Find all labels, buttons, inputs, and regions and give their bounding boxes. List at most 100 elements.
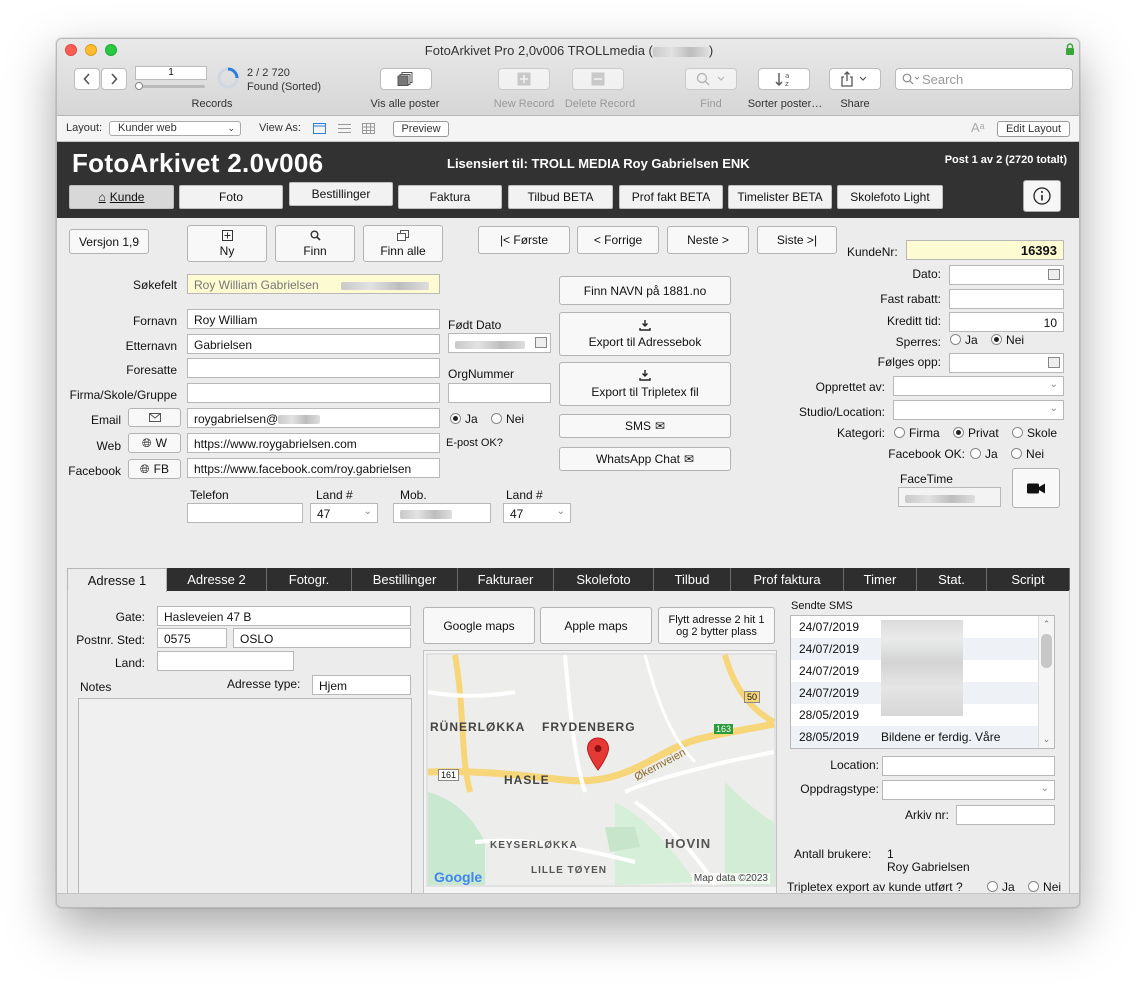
archive-no-input[interactable] (956, 805, 1055, 825)
email-ok-yes[interactable]: Ja (450, 412, 478, 426)
export-tripletex-button[interactable]: Export til Tripletex fil (559, 362, 731, 406)
scroll-thumb[interactable] (1041, 634, 1052, 668)
table-view-icon[interactable] (362, 123, 375, 134)
org-number-input[interactable] (448, 383, 551, 403)
show-all-records-button[interactable] (380, 68, 432, 90)
nav-tab-faktura[interactable]: Faktura (398, 185, 502, 209)
created-by-select[interactable]: ⌄ (893, 376, 1064, 396)
facetime-input[interactable] (898, 487, 1001, 507)
street-input[interactable]: Hasleveien 47 B (157, 606, 411, 626)
tripletex-export-yes[interactable]: Ja (987, 880, 1015, 894)
export-address-book-button[interactable]: Export til Adressebok (559, 312, 731, 356)
category-skole[interactable]: Skole (1012, 426, 1057, 440)
tab-adresse-1[interactable]: Adresse 1 (67, 568, 167, 592)
calendar-icon[interactable] (1048, 357, 1060, 368)
first-record-button[interactable]: |< Første (478, 226, 570, 254)
sms-button[interactable]: SMS ✉︎ (559, 414, 731, 438)
nav-tab-foto[interactable]: Foto (179, 185, 283, 209)
nav-tab-kunde[interactable]: ⌂ Kunde (69, 185, 174, 209)
address-type-input[interactable]: Hjem (312, 675, 411, 695)
info-button[interactable] (1023, 180, 1061, 212)
nav-tab-tilbud-beta[interactable]: Tilbud BETA (508, 185, 613, 209)
sms-row[interactable]: 28/05/2019 Bildene er ferdig. Våre (791, 726, 1039, 748)
tab-fotogr[interactable]: Fotogr. (267, 568, 352, 591)
edit-layout-button[interactable]: Edit Layout (997, 121, 1070, 137)
list-view-icon[interactable] (338, 123, 351, 134)
tab-script[interactable]: Script (987, 568, 1070, 591)
next-record-form-button[interactable]: Neste > (667, 226, 749, 254)
category-firma[interactable]: Firma (894, 426, 940, 440)
search-field[interactable]: Search (895, 68, 1073, 90)
record-slider-thumb[interactable] (135, 82, 143, 90)
layout-select[interactable]: Kunder web ⌄ (109, 121, 241, 136)
category-privat[interactable]: Privat (953, 426, 999, 440)
email-button[interactable] (128, 408, 181, 427)
find-button[interactable] (685, 68, 737, 90)
google-maps-button[interactable]: Google maps (423, 607, 535, 644)
nav-tab-skolefoto-light[interactable]: Skolefoto Light (837, 185, 943, 209)
nav-tab-bestillinger[interactable]: Bestillinger (289, 182, 393, 206)
text-format-icon[interactable]: Aᵃ (971, 120, 985, 135)
search-field-input[interactable]: Roy William Gabrielsen (187, 274, 440, 294)
phone-input[interactable] (187, 503, 303, 523)
city-input[interactable]: OSLO (233, 628, 411, 648)
studio-select[interactable]: ⌄ (893, 400, 1064, 420)
tab-bestillinger[interactable]: Bestillinger (352, 568, 458, 591)
calendar-icon[interactable] (535, 337, 547, 348)
mobile-input[interactable] (393, 503, 491, 523)
web-button[interactable]: 🌐︎ W (128, 433, 181, 453)
record-slider[interactable] (135, 82, 205, 90)
tab-fakturaer[interactable]: Fakturaer (458, 568, 554, 591)
facebook-input[interactable]: https://www.facebook.com/roy.gabrielsen (187, 458, 440, 478)
facetime-button[interactable] (1012, 468, 1060, 508)
form-view-icon[interactable] (313, 123, 326, 134)
sort-records-button[interactable]: az (758, 68, 810, 90)
last-record-button[interactable]: Siste >| (757, 226, 837, 254)
tab-tilbud[interactable]: Tilbud (654, 568, 731, 591)
last-name-input[interactable]: Gabrielsen (187, 334, 440, 354)
delete-record-button[interactable] (572, 68, 624, 90)
company-input[interactable] (187, 383, 440, 403)
assignment-type-select[interactable]: ⌄ (882, 780, 1055, 800)
credit-input[interactable]: 10 (949, 312, 1064, 332)
mobile-country-select[interactable]: 47 ⌄ (503, 503, 571, 523)
scroll-down-arrow[interactable]: ⌄ (1039, 732, 1054, 748)
first-name-input[interactable]: Roy William (187, 309, 440, 329)
custodian-input[interactable] (187, 358, 440, 378)
tab-prof-faktura[interactable]: Prof faktura (731, 568, 844, 591)
previous-record-button[interactable] (74, 68, 100, 90)
version-button[interactable]: Versjon 1,9 (69, 229, 149, 254)
new-record-button[interactable] (498, 68, 550, 90)
next-record-button[interactable] (101, 68, 127, 90)
tripletex-export-no[interactable]: Nei (1028, 880, 1061, 894)
tab-skolefoto[interactable]: Skolefoto (554, 568, 654, 591)
tab-stat[interactable]: Stat. (917, 568, 987, 591)
blocked-yes[interactable]: Ja (950, 333, 978, 347)
record-number-input[interactable]: 1 (135, 66, 207, 80)
date-input[interactable] (949, 265, 1064, 285)
move-address-button[interactable]: Flytt adresse 2 hit 1 og 2 bytter plass (658, 607, 775, 644)
facebook-ok-yes[interactable]: Ja (970, 447, 998, 461)
apple-maps-button[interactable]: Apple maps (540, 607, 652, 644)
nav-tab-timelister-beta[interactable]: Timelister BETA (728, 185, 832, 209)
customer-no-input[interactable]: 16393 (906, 240, 1064, 260)
email-input[interactable]: roygabrielsen@ (187, 408, 440, 428)
country-input[interactable] (157, 651, 294, 671)
facebook-ok-no[interactable]: Nei (1011, 447, 1044, 461)
find-all-button[interactable]: Finn alle (363, 225, 443, 262)
notes-textarea[interactable] (78, 698, 412, 907)
nav-tab-prof-fakt-beta[interactable]: Prof fakt BETA (619, 185, 723, 209)
web-input[interactable]: https://www.roygabrielsen.com (187, 433, 440, 453)
map-view[interactable]: RÜNERLØKKA FRYDENBERG HASLE Økernveien K… (423, 650, 777, 904)
share-button[interactable] (829, 68, 881, 90)
find-form-button[interactable]: Finn (275, 225, 355, 262)
preview-button[interactable]: Preview (393, 121, 449, 137)
facebook-button[interactable]: 🌐︎ FB (128, 459, 181, 479)
calendar-icon[interactable] (1048, 269, 1060, 280)
whatsapp-button[interactable]: WhatsApp Chat ✉︎ (559, 447, 731, 471)
follow-up-input[interactable] (949, 353, 1064, 373)
sms-scrollbar[interactable]: ⌃ ⌄ (1038, 616, 1054, 748)
scroll-up-arrow[interactable]: ⌃ (1039, 616, 1054, 632)
email-ok-no[interactable]: Nei (491, 412, 524, 426)
tab-timer[interactable]: Timer (844, 568, 917, 591)
